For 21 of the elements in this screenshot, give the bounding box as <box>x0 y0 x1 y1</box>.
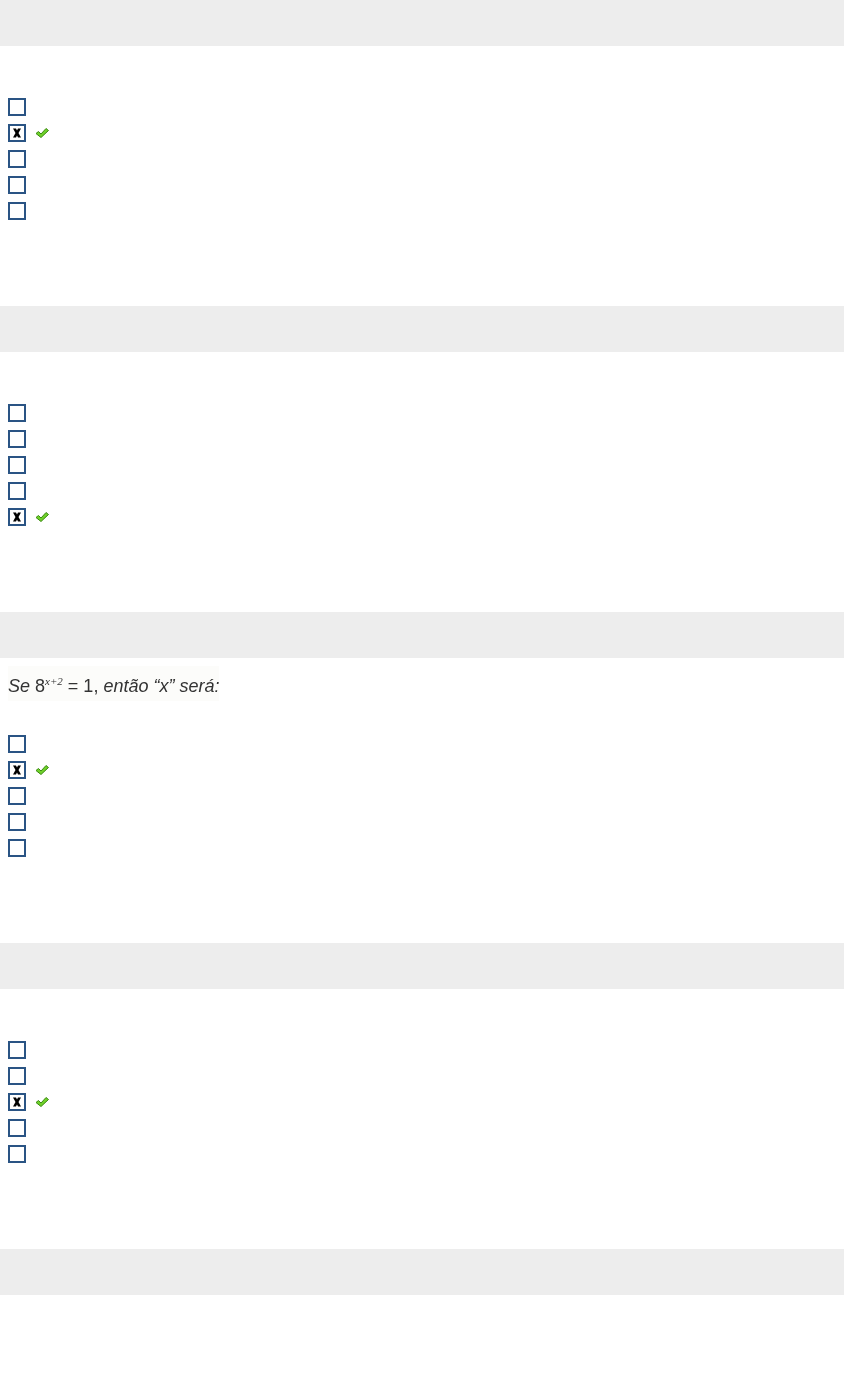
answer-checkbox[interactable] <box>8 761 26 779</box>
answer-checkbox[interactable] <box>8 1041 26 1059</box>
answer-checkbox[interactable] <box>8 98 26 116</box>
answer-checkbox[interactable] <box>8 150 26 168</box>
answer-checkbox[interactable] <box>8 404 26 422</box>
answer-checkbox[interactable] <box>8 1093 26 1111</box>
answer-checkbox[interactable] <box>8 508 26 526</box>
answer-checkbox[interactable] <box>8 124 26 142</box>
answer-checkbox[interactable] <box>8 202 26 220</box>
answer-checkbox[interactable] <box>8 735 26 753</box>
answer-checkbox[interactable] <box>8 482 26 500</box>
answer-checkbox[interactable] <box>8 787 26 805</box>
answer-checkbox[interactable] <box>8 839 26 857</box>
answer-checkbox[interactable] <box>8 430 26 448</box>
answer-checkbox[interactable] <box>8 813 26 831</box>
question-text: Se 8$^{x+2}$ = 1, então “x” será: <box>8 666 220 701</box>
answer-checkbox[interactable] <box>8 1145 26 1163</box>
answer-checkbox[interactable] <box>8 456 26 474</box>
answer-checkbox[interactable] <box>8 176 26 194</box>
answer-checkbox[interactable] <box>8 1067 26 1085</box>
answer-checkbox[interactable] <box>8 1119 26 1137</box>
